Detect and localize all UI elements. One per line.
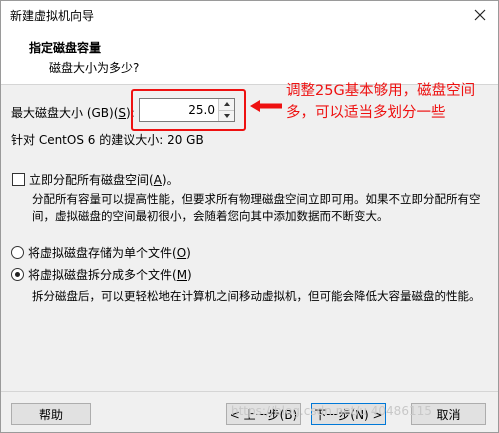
close-icon xyxy=(474,9,486,21)
wizard-header: 指定磁盘容量 磁盘大小为多少? xyxy=(1,29,498,85)
single-file-label: 将虚拟磁盘存储为单个文件(O) xyxy=(28,246,191,260)
recommended-size: 针对 CentOS 6 的建议大小: 20 GB xyxy=(11,133,204,147)
allocate-description: 分配所有容量可以提高性能，但要求所有物理磁盘空间立即可用。如果不立即分配所有空间… xyxy=(32,192,481,223)
allocate-now-label: 立即分配所有磁盘空间(A)。 xyxy=(29,173,179,187)
annotation-arrow-icon xyxy=(250,100,282,112)
multi-file-radio[interactable] xyxy=(11,268,24,281)
help-button[interactable]: 帮助 xyxy=(11,403,91,425)
header-title: 指定磁盘容量 xyxy=(29,41,102,55)
next-button[interactable]: 下一步(N) > xyxy=(311,403,386,425)
split-description: 拆分磁盘后，可以更轻松地在计算机之间移动虚拟机，但可能会降低大容量磁盘的性能。 xyxy=(32,289,481,303)
multi-file-label: 将虚拟磁盘拆分成多个文件(M) xyxy=(28,268,192,282)
radio-selected-dot xyxy=(15,272,20,277)
spinner-up-button[interactable] xyxy=(219,99,234,111)
allocate-now-checkbox[interactable] xyxy=(12,173,25,186)
arrow-up-icon xyxy=(223,102,230,107)
footer-divider xyxy=(1,391,498,392)
header-subtitle: 磁盘大小为多少? xyxy=(49,61,140,75)
disk-size-label: 最大磁盘大小 (GB)(S): xyxy=(11,106,135,120)
disk-size-spinner xyxy=(139,98,235,122)
arrow-down-icon xyxy=(223,113,230,118)
spinner-down-button[interactable] xyxy=(219,110,234,121)
wizard-window: 新建虚拟机向导 指定磁盘容量 磁盘大小为多少? 最大磁盘大小 (GB)(S): … xyxy=(0,0,499,433)
multi-file-option[interactable]: 将虚拟磁盘拆分成多个文件(M) xyxy=(11,266,192,283)
back-button[interactable]: < 上一步(B) xyxy=(226,403,301,425)
spinner-buttons xyxy=(218,99,234,121)
single-file-option[interactable]: 将虚拟磁盘存储为单个文件(O) xyxy=(11,244,191,261)
annotation-text: 调整25G基本够用，磁盘空间多，可以适当多划分一些 xyxy=(286,83,476,121)
window-title: 新建虚拟机向导 xyxy=(10,8,95,23)
single-file-radio[interactable] xyxy=(11,246,24,259)
title-bar: 新建虚拟机向导 xyxy=(1,1,498,29)
close-button[interactable] xyxy=(472,7,488,23)
allocate-now-option[interactable]: 立即分配所有磁盘空间(A)。 xyxy=(12,171,179,188)
cancel-button[interactable]: 取消 xyxy=(411,403,486,425)
disk-size-input[interactable] xyxy=(140,99,218,121)
disk-size-row: 最大磁盘大小 (GB)(S): xyxy=(11,104,135,121)
